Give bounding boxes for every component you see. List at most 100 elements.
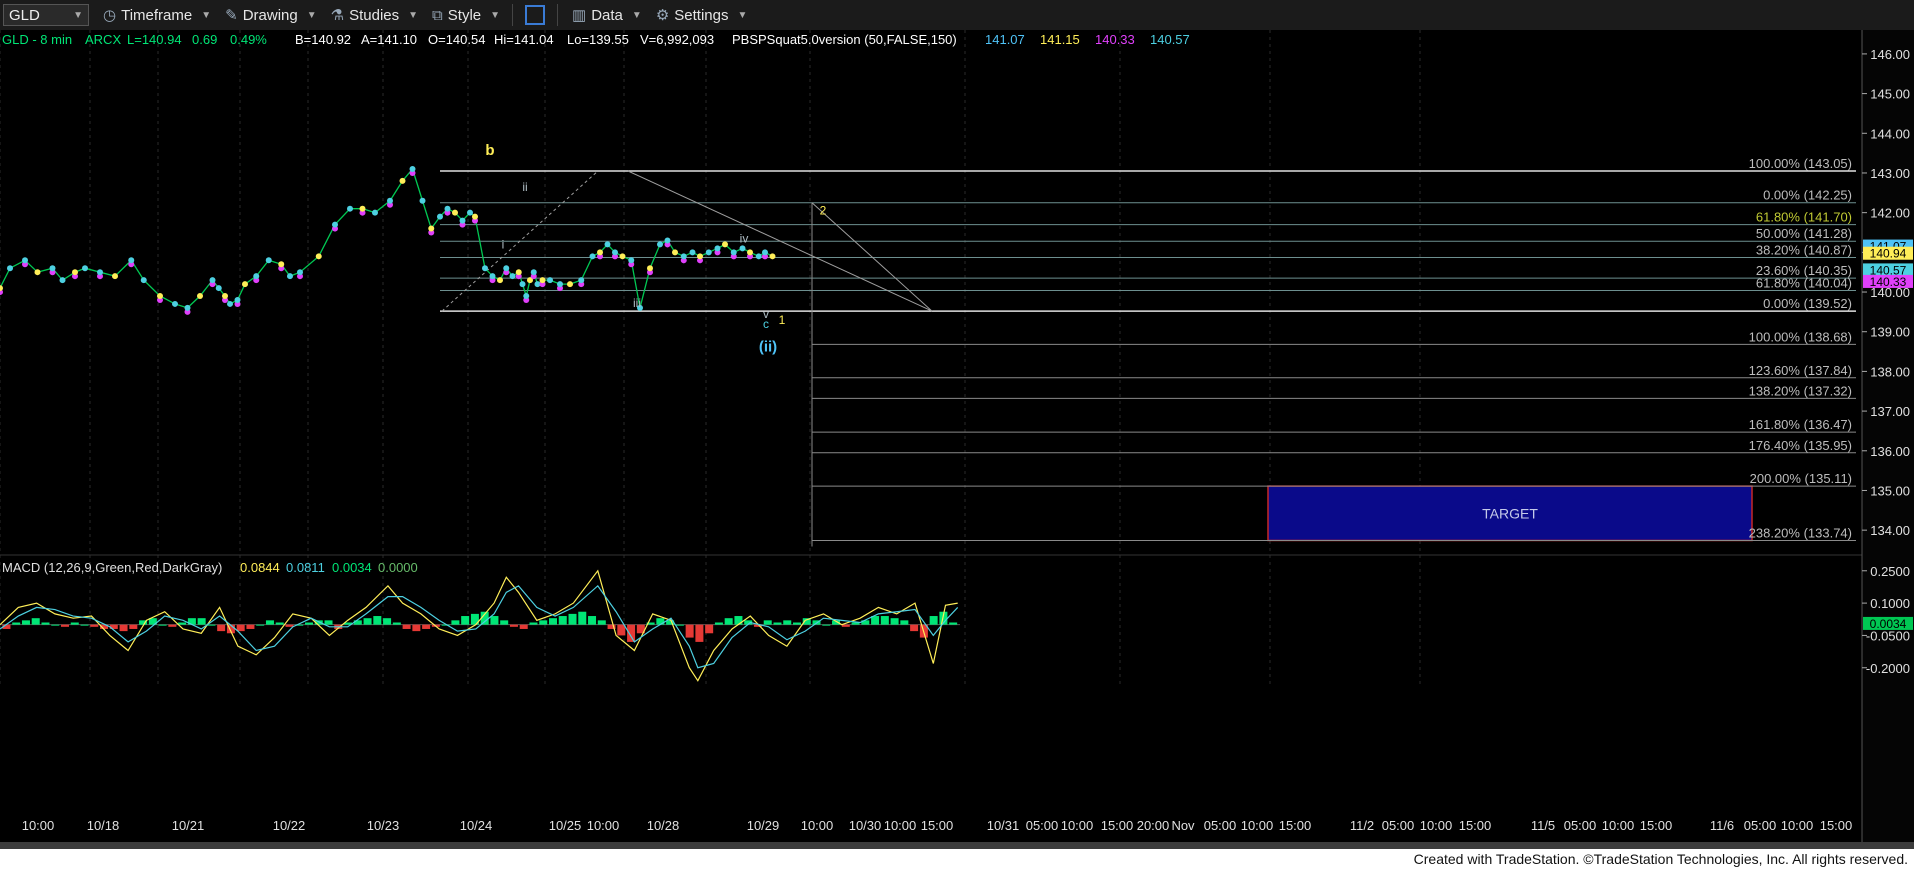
price-dot xyxy=(215,285,222,292)
x-tick-label: 05:00 xyxy=(1382,818,1415,833)
price-dot xyxy=(489,273,496,280)
macd-hist-bar xyxy=(412,624,421,632)
price-dot xyxy=(72,269,78,276)
x-tick-label: 10/30 xyxy=(849,818,882,833)
horizontal-scrollbar[interactable] xyxy=(0,842,1914,849)
wave-label: c xyxy=(763,317,769,331)
gear-icon: ⚙ xyxy=(655,7,670,24)
macd-hist-bar xyxy=(285,624,294,627)
time-axis: 10:00 10/18 10/21 10/22 10/23 10/24 10/25 10:00… xyxy=(22,818,1853,833)
chevron-down-icon: ▼ xyxy=(306,9,317,21)
chevron-down-icon: ▼ xyxy=(631,9,642,21)
price-dot xyxy=(419,197,426,204)
price-dot xyxy=(7,265,13,272)
quote-field: O=140.54 xyxy=(428,32,485,47)
macd-hist-bar xyxy=(197,618,206,625)
price-dot xyxy=(762,249,768,256)
target-label: TARGET xyxy=(1482,505,1538,521)
data-label: Data xyxy=(591,6,623,24)
macd-hist-bar xyxy=(734,616,743,625)
macd-hist-bar xyxy=(31,618,40,625)
macd-hist-bar xyxy=(129,624,138,629)
macd-readout: 0.0844 xyxy=(240,560,280,575)
x-tick-label: 10:00 xyxy=(587,818,620,833)
macd-hist-bar xyxy=(41,622,50,625)
fib-extension-label: 123.60% (137.84) xyxy=(1749,363,1852,378)
macd-hist-bar xyxy=(373,616,382,625)
price-dot xyxy=(515,269,522,276)
price-dot xyxy=(657,241,663,248)
macd-hist-bar xyxy=(461,616,470,625)
quote-field: 141.07 xyxy=(985,32,1025,47)
price-dot xyxy=(539,277,546,284)
macd-hist-bar xyxy=(236,624,245,632)
macd-hist-bar xyxy=(578,611,587,625)
price-dot xyxy=(530,269,537,276)
x-tick-label: 10:00 xyxy=(1241,818,1274,833)
price-dot xyxy=(209,277,216,284)
price-dot xyxy=(680,253,687,260)
macd-hist-bar xyxy=(822,624,831,626)
studies-menu[interactable]: ⚗ Studies ▼ xyxy=(330,6,418,25)
macd-title: MACD (12,26,9,Green,Red,DarkGray) xyxy=(2,560,222,575)
price-dot xyxy=(647,265,653,272)
quote-field: 0.49% xyxy=(230,32,267,47)
price-dot xyxy=(184,304,191,311)
macd-hist-bar xyxy=(841,624,850,627)
price-dot xyxy=(315,253,322,260)
y-tick-label: 135.00 xyxy=(1870,483,1910,498)
macd-hist-bar xyxy=(500,620,509,625)
x-tick-label: 10/22 xyxy=(273,818,306,833)
price-dot xyxy=(399,177,406,184)
macd-hist-bar xyxy=(392,622,401,625)
macd-hist-bar xyxy=(685,624,694,638)
macd-hist-bar xyxy=(451,620,460,625)
drawing-menu[interactable]: ✎ Drawing ▼ xyxy=(225,6,317,25)
price-dot xyxy=(604,241,611,248)
layout-icon[interactable] xyxy=(525,5,546,25)
macd-readout: 0.0034 xyxy=(332,560,372,575)
macd-hist-bar xyxy=(256,624,265,626)
style-menu[interactable]: ⧉ Style ▼ xyxy=(432,7,500,24)
studies-icon: ⚗ xyxy=(330,7,345,24)
price-dot xyxy=(689,249,696,256)
price-dot xyxy=(497,277,503,284)
settings-menu[interactable]: ⚙ Settings ▼ xyxy=(655,6,748,25)
pencil-icon: ✎ xyxy=(225,7,238,24)
price-dot xyxy=(332,221,338,228)
price-dot xyxy=(49,265,56,272)
x-tick-label: 10:00 xyxy=(1781,818,1814,833)
wave-label: iii xyxy=(633,296,641,310)
macd-hist-bar xyxy=(402,624,411,629)
price-dot xyxy=(372,209,378,216)
macd-hist-bar xyxy=(783,620,792,625)
target-zone: TARGET xyxy=(1267,485,1753,542)
chart-area[interactable]: TARGET 100.00% (143.05) 0.00% (142.25) 61.… xyxy=(0,30,1914,842)
macd-hist-bar xyxy=(265,620,274,625)
price-dot xyxy=(59,277,66,284)
macd-hist-bar xyxy=(61,624,69,627)
axis-panel xyxy=(1862,30,1914,842)
fib-level-label: 61.80% (140.04) xyxy=(1756,275,1852,290)
price-dot xyxy=(34,269,41,276)
price-dot xyxy=(597,249,603,256)
x-tick-label: 10:00 xyxy=(884,818,917,833)
price-dot xyxy=(97,269,103,276)
macd-hist-bar xyxy=(12,622,21,625)
drawing-label: Drawing xyxy=(242,6,298,24)
x-tick-label: 15:00 xyxy=(1820,818,1853,833)
data-menu[interactable]: ▥ Data ▼ xyxy=(572,6,642,25)
symbol-selector[interactable]: GLD ▼ xyxy=(3,4,89,26)
price-dot xyxy=(697,253,703,260)
quote-field: L=140.94 xyxy=(127,32,182,47)
price-dot xyxy=(467,209,473,216)
macd-hist-bar xyxy=(773,622,782,625)
quote-field: B=140.92 xyxy=(295,32,351,47)
fib-extension-label: 100.00% (138.68) xyxy=(1749,329,1852,344)
timeframe-menu[interactable]: ◷ Timeframe ▼ xyxy=(103,6,211,25)
quote-field: A=141.10 xyxy=(361,32,417,47)
price-dot xyxy=(452,209,458,216)
y-tick-label: 137.00 xyxy=(1870,404,1910,419)
quote-field: 0.69 xyxy=(192,32,217,47)
macd-hist-bar xyxy=(119,624,128,632)
